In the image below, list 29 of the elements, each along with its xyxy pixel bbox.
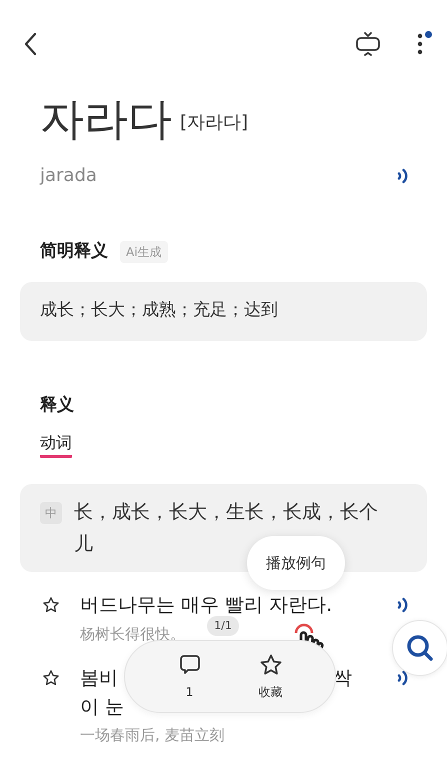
example-translation: 一场春雨后, 麦苗立刻 [80,725,225,746]
speaker-icon[interactable] [397,166,409,184]
example-sentence: 이 눈 [80,695,124,720]
brief-definition: 成长；长大；成熟；充足；达到 [40,299,278,322]
search-icon [405,633,435,663]
speaker-icon[interactable] [397,596,409,614]
comment-icon [178,652,202,676]
star-icon[interactable] [258,652,282,676]
section-title: 释义 [40,394,74,414]
section-title: 简明释义 [40,240,108,263]
headword: 자라다 [40,98,172,142]
more-icon[interactable] [417,33,423,55]
pronunciation: [자라다] [180,111,248,135]
star-icon[interactable] [42,669,60,687]
ai-tag: Ai生成 [120,240,168,263]
star-icon[interactable] [42,596,60,614]
back-icon[interactable] [24,32,38,56]
tooltip: 播放例句 [247,536,345,590]
example-sentence: 봄비 [80,666,118,691]
speaker-icon[interactable] [397,669,409,687]
comment-button[interactable]: 1 [178,652,202,700]
part-of-speech-tab[interactable]: 动词 [40,433,72,458]
romanization: jarada [40,164,97,188]
language-tag: 中 [40,502,62,524]
example-sentence: 싹 [333,666,352,691]
screen-icon[interactable] [355,31,381,57]
example-sentence: 버드나무는 매우 빨리 자란다. [80,593,334,618]
page-indicator: 1/1 [207,616,239,636]
favorite-button[interactable]: 收藏 [258,652,282,700]
